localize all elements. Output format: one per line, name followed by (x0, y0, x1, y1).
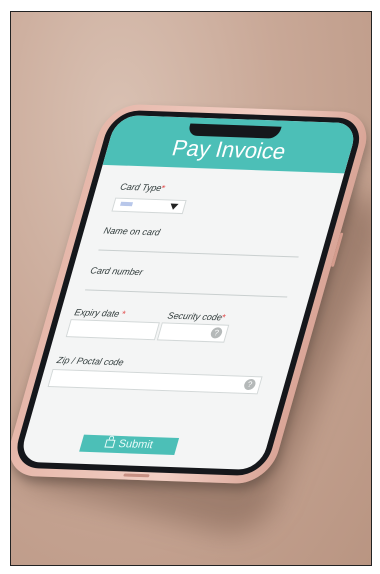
chevron-down-icon (168, 203, 179, 210)
expiry-date-text: Expiry date (73, 307, 121, 319)
security-code-label: Security code* (166, 311, 226, 323)
expiry-date-field[interactable] (65, 319, 160, 341)
card-type-select[interactable] (111, 197, 187, 215)
photo: Pay Invoice Card Type* Name on card Card… (10, 11, 372, 566)
card-type-text: Card Type (119, 181, 163, 194)
required-mark: * (160, 183, 167, 194)
help-icon[interactable]: ? (242, 378, 257, 391)
submit-button[interactable]: Submit (79, 434, 180, 456)
expiry-date-label: Expiry date * (73, 307, 126, 319)
zip-code-label: Zip / Poctal code (55, 355, 126, 368)
card-type-label: Card Type* (119, 182, 166, 194)
help-icon[interactable]: ? (209, 327, 224, 339)
name-on-card-field[interactable] (98, 235, 303, 258)
page-title: Pay Invoice (102, 114, 359, 174)
submit-label: Submit (117, 437, 155, 452)
card-number-field[interactable] (84, 275, 292, 298)
required-mark: * (120, 308, 127, 319)
smartphone: Pay Invoice Card Type* Name on card Card… (11, 103, 371, 485)
security-code-field[interactable]: ? (156, 322, 230, 343)
zip-code-field[interactable]: ? (47, 368, 263, 395)
security-code-text: Security code (166, 310, 224, 323)
lock-icon (104, 439, 116, 448)
card-type-value (120, 201, 134, 207)
